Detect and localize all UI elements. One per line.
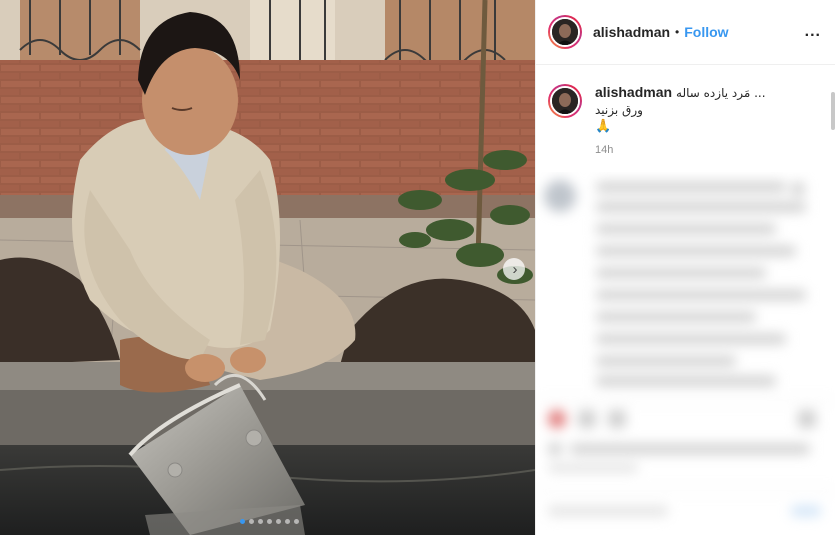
separator-dot: • bbox=[675, 25, 680, 39]
avatar-image bbox=[550, 86, 580, 116]
post-timestamp[interactable]: 14h bbox=[595, 144, 835, 156]
carousel-next-button[interactable]: › bbox=[503, 258, 525, 280]
post-header: alishadman • Follow ... bbox=[536, 0, 835, 65]
caption-avatar[interactable] bbox=[548, 84, 582, 118]
caption-body: alishadman ... مَرد یازده ساله ورق بزنید… bbox=[595, 84, 766, 134]
more-options-icon[interactable]: ... bbox=[805, 23, 821, 41]
carousel-dot bbox=[285, 519, 290, 524]
scrollbar[interactable] bbox=[831, 92, 835, 130]
photo-boy-with-bucket bbox=[0, 0, 535, 535]
post-side-panel: alishadman • Follow ... alishadman ... م… bbox=[535, 0, 835, 535]
caption-text-line2: ورق بزنید bbox=[595, 103, 643, 117]
follow-button[interactable]: Follow bbox=[684, 24, 728, 40]
post-caption: alishadman ... مَرد یازده ساله ورق بزنید… bbox=[536, 65, 835, 134]
blurred-comments-area bbox=[536, 172, 835, 535]
carousel-dot bbox=[294, 519, 299, 524]
caption-username-link[interactable]: alishadman bbox=[595, 84, 672, 100]
carousel-dot bbox=[258, 519, 263, 524]
chevron-right-icon: › bbox=[512, 260, 518, 278]
carousel-dot bbox=[240, 519, 245, 524]
instagram-post: › alishadman • Follow ... alishadman ...… bbox=[0, 0, 835, 535]
carousel-indicator bbox=[240, 519, 299, 524]
caption-text: ... مَرد یازده ساله bbox=[676, 86, 766, 100]
avatar-image bbox=[550, 17, 580, 47]
carousel-dot bbox=[276, 519, 281, 524]
carousel-dot bbox=[267, 519, 272, 524]
header-username-link[interactable]: alishadman bbox=[593, 24, 670, 40]
praying-hands-emoji: 🙏 bbox=[595, 118, 612, 133]
avatar[interactable] bbox=[548, 15, 582, 49]
carousel-dot bbox=[249, 519, 254, 524]
caption-first-line: alishadman ... مَرد یازده ساله bbox=[595, 84, 766, 100]
post-photo[interactable]: › bbox=[0, 0, 535, 535]
